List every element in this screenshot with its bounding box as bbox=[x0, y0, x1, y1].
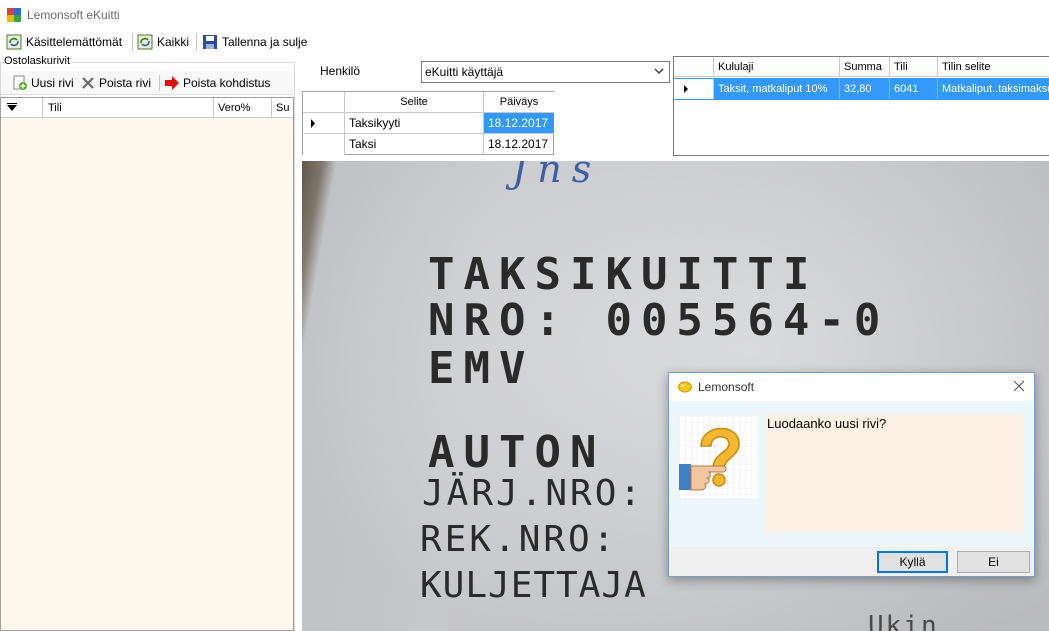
row-header-current[interactable] bbox=[303, 113, 345, 134]
person-label: Henkilö bbox=[320, 64, 361, 78]
red-arrow-icon bbox=[165, 76, 179, 90]
unprocessed-label: Käsittelemättömät bbox=[26, 35, 123, 49]
amount-cell[interactable]: 32,80 bbox=[840, 79, 890, 99]
yes-button[interactable]: Kyllä bbox=[877, 551, 948, 573]
expense-type-cell[interactable]: Taksit, matkaliput 10% bbox=[714, 79, 840, 99]
receipt-date-cell[interactable]: 18.12.2017 bbox=[484, 113, 554, 134]
toolbar-separator bbox=[196, 33, 197, 51]
column-header-expense-type[interactable]: Kululaji bbox=[714, 57, 840, 77]
row-header-corner bbox=[674, 57, 714, 77]
account-cell[interactable]: 6041 bbox=[890, 79, 938, 99]
receipt-line: AUTON bbox=[428, 427, 606, 478]
column-header-account[interactable]: Tili bbox=[44, 98, 214, 118]
row-header[interactable] bbox=[303, 134, 345, 155]
receipt-line: JÄRJ.NRO: bbox=[422, 473, 645, 514]
dialog-message: Luodaanko uusi rivi? bbox=[767, 416, 887, 431]
receipt-description-cell[interactable]: Taksi bbox=[345, 134, 484, 155]
purchase-lines-grid[interactable] bbox=[0, 97, 294, 631]
close-icon[interactable] bbox=[1011, 378, 1027, 394]
account-desc-cell[interactable]: Matkaliput..taksimaksu bbox=[938, 79, 1049, 99]
person-select-value: eKuitti käyttäjä bbox=[425, 65, 504, 79]
receipts-grid: Selite Päiväys Taksikyyti 18.12.2017 Tak… bbox=[302, 91, 554, 155]
delete-icon bbox=[82, 77, 94, 89]
save-close-button[interactable]: Tallenna ja sulje bbox=[202, 31, 307, 53]
dialog-title: Lemonsoft bbox=[698, 380, 755, 394]
receipt-line: NRO: 005564-0 bbox=[428, 295, 890, 346]
new-row-button[interactable]: Uusi rivi bbox=[12, 73, 74, 93]
receipt-handwriting: Jns bbox=[512, 161, 602, 191]
column-header-account[interactable]: Tili bbox=[890, 57, 938, 77]
title-bar bbox=[0, 0, 1049, 30]
unprocessed-button[interactable]: Käsittelemättömät bbox=[6, 31, 122, 53]
purchase-lines-label: Ostolaskurivit bbox=[4, 55, 73, 67]
lemon-icon bbox=[678, 381, 692, 393]
all-button[interactable]: Kaikki bbox=[137, 31, 189, 53]
column-header-date[interactable]: Päiväys bbox=[484, 92, 554, 113]
receipt-description-cell[interactable]: Taksikyyti bbox=[345, 113, 484, 134]
receipt-date-cell[interactable]: 18.12.2017 bbox=[484, 134, 554, 155]
receipt-line: TAKSIKUITTI bbox=[428, 249, 819, 300]
delete-row-button[interactable]: Poista rivi bbox=[80, 73, 151, 93]
filter-icon bbox=[7, 103, 17, 112]
app-icon bbox=[7, 8, 21, 22]
new-row-label: Uusi rivi bbox=[31, 76, 74, 90]
toolbar-separator bbox=[132, 33, 133, 51]
window-title: Lemonsoft eKuitti bbox=[27, 8, 120, 22]
receipt-line: REK.NRO: bbox=[420, 519, 618, 560]
question-hand-icon bbox=[679, 416, 759, 498]
column-header-sum[interactable]: Su bbox=[272, 98, 293, 118]
chevron-down-icon bbox=[654, 68, 664, 74]
receipt-line: Ukin bbox=[868, 611, 939, 631]
add-row-icon bbox=[13, 75, 27, 90]
refresh-icon bbox=[6, 34, 22, 50]
person-select[interactable]: eKuitti käyttäjä bbox=[421, 61, 670, 83]
column-header-account-desc[interactable]: Tilin selite bbox=[938, 57, 1049, 77]
save-icon bbox=[203, 35, 217, 49]
receipt-line: KULJETTAJA bbox=[420, 565, 647, 606]
save-close-label: Tallenna ja sulje bbox=[222, 35, 308, 49]
column-header-amount[interactable]: Summa bbox=[840, 57, 890, 77]
current-row-icon bbox=[311, 119, 315, 128]
column-header-vat[interactable]: Vero% bbox=[214, 98, 272, 118]
column-header-description[interactable]: Selite bbox=[345, 92, 484, 113]
row-header-corner bbox=[303, 92, 345, 113]
filter-column-header[interactable] bbox=[1, 98, 43, 118]
all-label: Kaikki bbox=[157, 35, 190, 49]
row-header-current[interactable] bbox=[674, 79, 714, 99]
delete-row-label: Poista rivi bbox=[99, 76, 152, 90]
expense-types-grid: Kululaji Summa Tili Tilin selite Taksit,… bbox=[673, 56, 1049, 156]
delete-allocation-label: Poista kohdistus bbox=[183, 76, 271, 90]
toolbar-separator bbox=[159, 75, 160, 91]
receipt-line: EMV bbox=[428, 343, 535, 394]
current-row-icon bbox=[684, 85, 688, 93]
refresh-icon bbox=[137, 34, 153, 50]
dialog-message-area bbox=[765, 414, 1023, 532]
no-button[interactable]: Ei bbox=[957, 551, 1030, 573]
confirm-dialog: Lemonsoft Luodaanko uusi rivi? bbox=[668, 372, 1035, 577]
delete-allocation-button[interactable]: Poista kohdistus bbox=[164, 73, 270, 93]
